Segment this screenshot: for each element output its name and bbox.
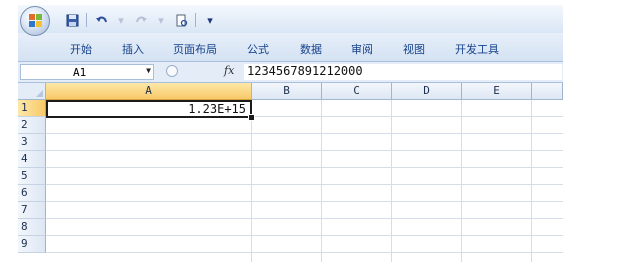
redo-icon[interactable] (133, 12, 149, 28)
spreadsheet-grid: A B C D E 1 2 3 4 5 6 7 8 9 1.23E+15 (18, 83, 563, 262)
tab-page-layout[interactable]: 页面布局 (173, 41, 217, 57)
row-header-2[interactable]: 2 (18, 117, 46, 134)
office-logo-icon (29, 14, 43, 28)
insert-function-button[interactable]: fx (224, 64, 234, 77)
column-header-c[interactable]: C (322, 83, 392, 100)
excel-window: ▾ ▾ ▾ 开始 插入 页面布局 公式 数据 审阅 视图 开发工具 A1 ▼ f… (18, 5, 563, 262)
row-header-5[interactable]: 5 (18, 168, 46, 185)
tab-developer[interactable]: 开发工具 (455, 41, 499, 57)
gridline (46, 235, 563, 236)
row-header-3[interactable]: 3 (18, 134, 46, 151)
save-icon[interactable] (64, 12, 80, 28)
row-header-9[interactable]: 9 (18, 236, 46, 253)
tab-formulas[interactable]: 公式 (247, 41, 269, 57)
gridline (46, 167, 563, 168)
column-header-b[interactable]: B (252, 83, 322, 100)
tab-insert[interactable]: 插入 (122, 41, 144, 57)
formula-buttons: fx (158, 64, 242, 80)
office-button[interactable] (20, 6, 50, 36)
select-all-triangle-icon (36, 90, 43, 97)
cell-a1[interactable]: 1.23E+15 (46, 100, 252, 118)
formula-bar: A1 ▼ fx 1234567891212000 (18, 62, 563, 83)
name-box-value: A1 (73, 66, 87, 79)
ribbon-tabs: 开始 插入 页面布局 公式 数据 审阅 视图 开发工具 (18, 33, 563, 62)
tab-review[interactable]: 审阅 (351, 41, 373, 57)
row-header-6[interactable]: 6 (18, 185, 46, 202)
toolbar-separator (86, 13, 87, 27)
row-header-7[interactable]: 7 (18, 202, 46, 219)
gridline (461, 100, 462, 262)
select-all-button[interactable] (18, 83, 46, 100)
undo-icon[interactable] (93, 12, 109, 28)
gridline (46, 218, 563, 219)
fill-handle[interactable] (248, 114, 255, 121)
column-header-a[interactable]: A (46, 83, 252, 100)
chevron-down-icon[interactable]: ▼ (146, 66, 151, 75)
gridline (251, 100, 252, 262)
circle-icon (166, 65, 178, 77)
customize-quick-access-icon[interactable]: ▾ (202, 12, 218, 28)
tab-data[interactable]: 数据 (300, 41, 322, 57)
gridline (46, 201, 563, 202)
column-header-e[interactable]: E (462, 83, 532, 100)
row-header-1[interactable]: 1 (18, 100, 46, 117)
print-preview-icon[interactable] (173, 12, 189, 28)
quick-access-toolbar: ▾ ▾ ▾ (56, 10, 218, 30)
column-header-partial[interactable] (532, 83, 563, 100)
toolbar-separator (195, 13, 196, 27)
gridline (391, 100, 392, 262)
column-header-d[interactable]: D (392, 83, 462, 100)
gridline (46, 150, 563, 151)
redo-dropdown-icon[interactable]: ▾ (153, 12, 169, 28)
gridline (321, 100, 322, 262)
undo-dropdown-icon[interactable]: ▾ (113, 12, 129, 28)
gridline (531, 100, 532, 262)
tab-view[interactable]: 视图 (403, 41, 425, 57)
row-header-4[interactable]: 4 (18, 151, 46, 168)
formula-input[interactable]: 1234567891212000 (244, 64, 562, 80)
title-bar: ▾ ▾ ▾ (18, 5, 563, 36)
gridline (46, 252, 563, 253)
name-box[interactable]: A1 ▼ (20, 64, 154, 80)
gridline (46, 184, 563, 185)
tab-home[interactable]: 开始 (70, 41, 92, 57)
row-header-8[interactable]: 8 (18, 219, 46, 236)
gridline (46, 133, 563, 134)
